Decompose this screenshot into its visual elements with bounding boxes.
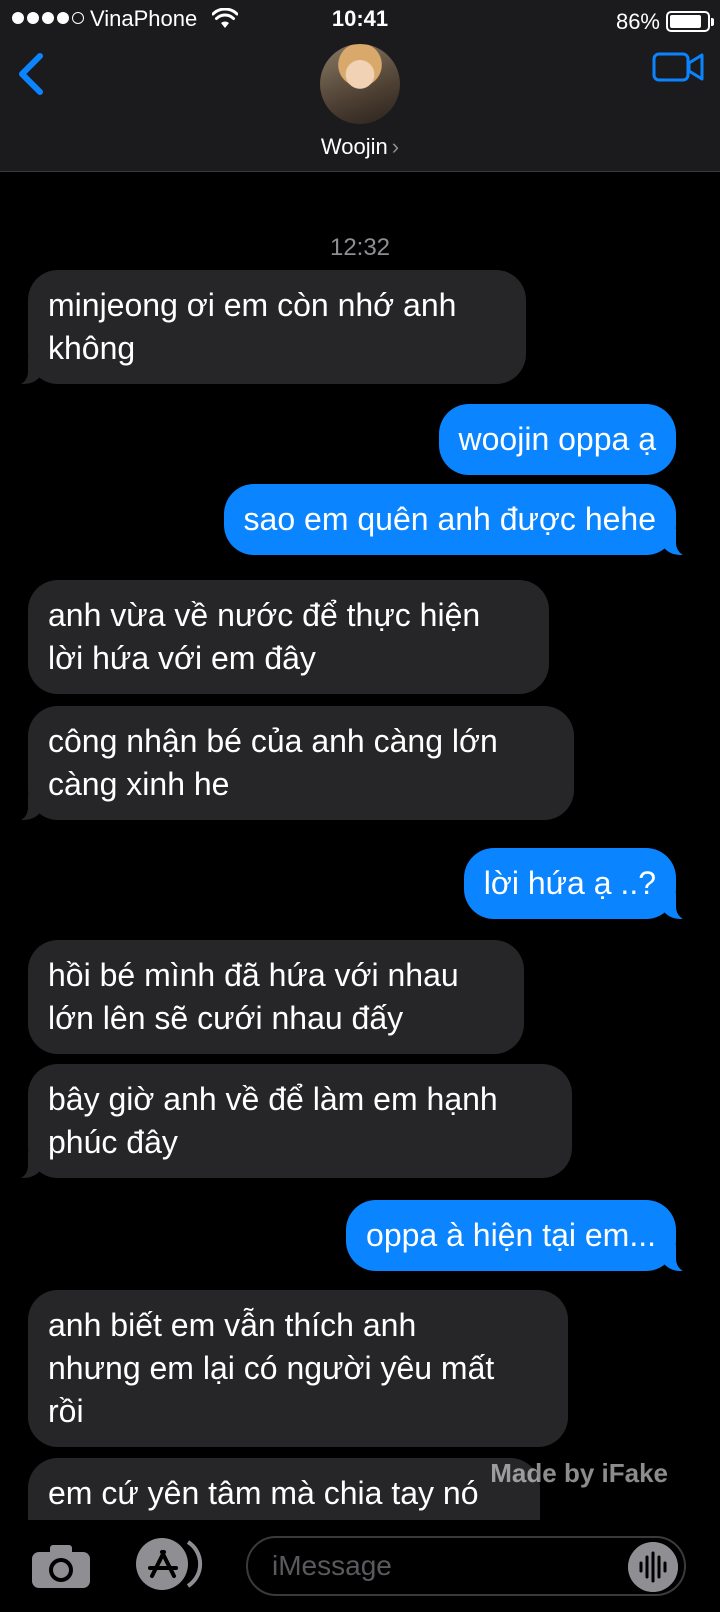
conversation-header: VinaPhone 10:41 86% Woojin › [0,0,720,172]
incoming-message-bubble[interactable]: em cứ yên tâm mà chia tay nó [28,1458,540,1520]
incoming-message-bubble[interactable]: anh vừa về nước để thực hiện lời hứa với… [28,580,549,694]
video-camera-icon[interactable] [652,50,704,84]
incoming-message-bubble[interactable]: anh biết em vẫn thích anh nhưng em lại c… [28,1290,568,1447]
incoming-message-bubble[interactable]: công nhận bé của anh càng lớn càng xinh … [6,706,574,822]
message-text: bây giờ anh về để làm em hạnh phúc đây [48,1081,498,1160]
incoming-message-bubble[interactable]: bây giờ anh về để làm em hạnh phúc đây [6,1064,572,1180]
outgoing-message-bubble[interactable]: lời hứa ạ ..? [463,848,699,921]
message-composer-bar [0,1520,720,1612]
outgoing-message-bubble[interactable]: woojin oppa ạ [438,404,676,475]
camera-icon[interactable] [30,1542,92,1590]
message-text: em cứ yên tâm mà chia tay nó [48,1475,479,1511]
status-bar: VinaPhone 10:41 86% [0,0,720,44]
waveform-icon[interactable] [628,1542,678,1592]
message-text: anh vừa về nước để thực hiện lời hứa với… [48,597,481,676]
app-store-icon[interactable] [134,1536,206,1592]
status-time: 10:41 [331,6,389,31]
message-text: woojin oppa ạ [458,421,656,457]
incoming-message-bubble[interactable]: minjeong ơi em còn nhớ anh không [6,270,526,386]
message-text: minjeong ơi em còn nhớ anh không [48,287,457,366]
watermark: Made by iFake [490,1458,668,1488]
contact-name: Woojin [320,134,388,159]
message-text: anh biết em vẫn thích anh nhưng em lại c… [48,1307,495,1429]
chevron-left-icon[interactable] [12,48,52,100]
chevron-right-icon: › [391,134,400,159]
battery-percentage: 86% [615,9,660,34]
contact-name-button[interactable]: Woojin › [0,134,720,160]
outgoing-message-bubble[interactable]: oppa à hiện tại em... [346,1200,698,1273]
message-text: sao em quên anh được hehe [243,501,656,537]
message-timestamp: 12:32 [329,234,391,261]
outgoing-message-bubble[interactable]: sao em quên anh được hehe [223,484,699,557]
message-text: công nhận bé của anh càng lớn càng xinh … [48,723,498,802]
message-text: lời hứa ạ ..? [483,865,656,901]
imessage-input[interactable] [246,1536,686,1596]
incoming-message-bubble[interactable]: hồi bé mình đã hứa với nhau lớn lên sẽ c… [28,940,524,1054]
battery-icon [666,11,714,32]
contact-avatar[interactable] [320,44,400,124]
message-text: hồi bé mình đã hứa với nhau lớn lên sẽ c… [48,957,459,1036]
message-text: oppa à hiện tại em... [366,1217,656,1253]
